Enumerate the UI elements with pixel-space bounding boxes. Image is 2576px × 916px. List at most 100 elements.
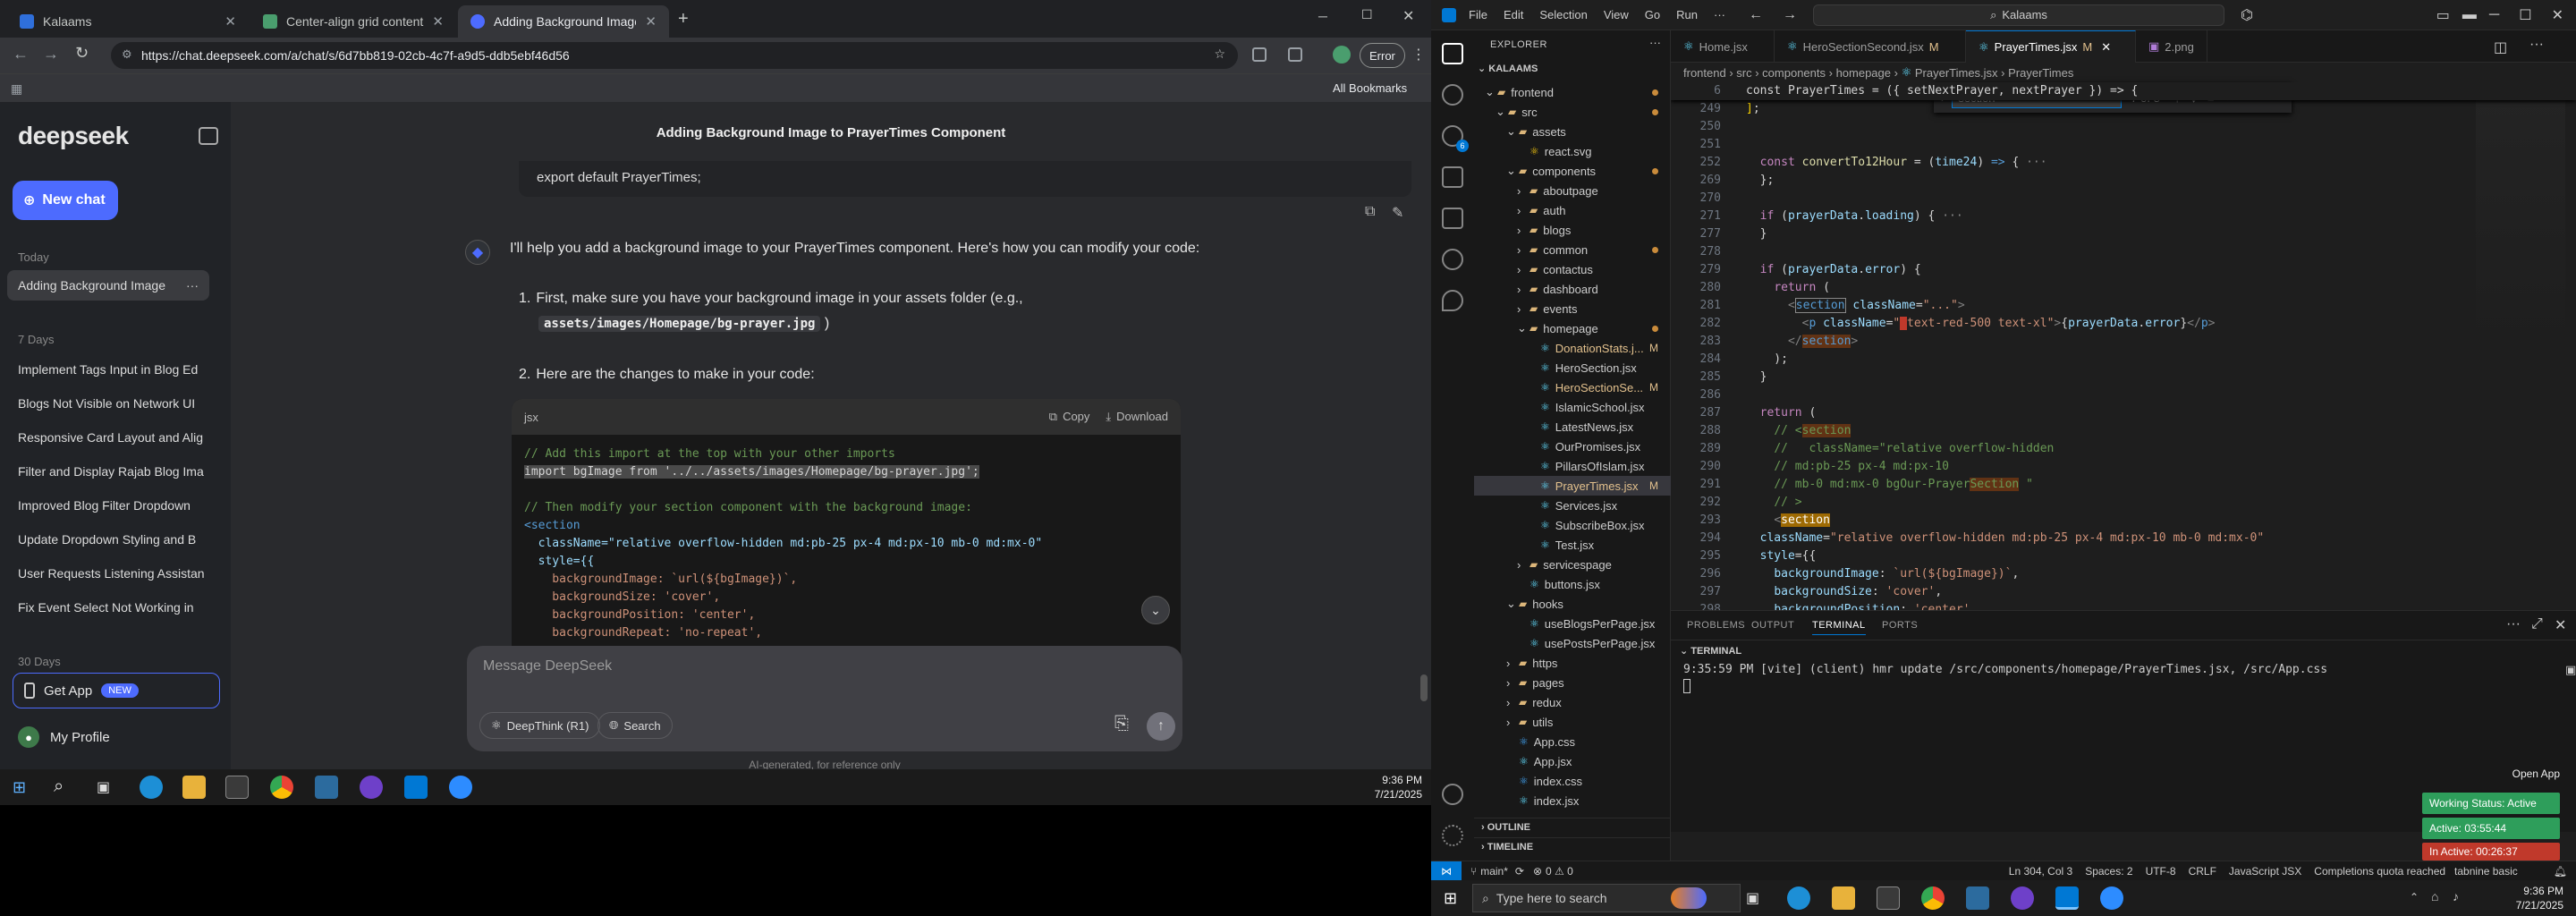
editor-tab-image[interactable]: ▣ 2.png	[2136, 30, 2207, 63]
breadcrumb-item[interactable]: src	[1736, 66, 1751, 80]
quota-warning[interactable]: Completions quota reached	[2314, 865, 2445, 878]
app-icon[interactable]	[1966, 886, 1989, 910]
split-editor-icon[interactable]: ◫	[2494, 38, 2507, 56]
menu-file[interactable]: File	[1469, 8, 1487, 21]
editor-tab-prayertimes[interactable]: ⚛ PrayerTimes.jsx M ✕	[1966, 30, 2136, 63]
edit-icon[interactable]: ✎	[1392, 204, 1403, 222]
tree-folder[interactable]: › ▰ common	[1474, 240, 1671, 259]
tree-folder[interactable]: › ▰ servicespage	[1474, 555, 1671, 574]
minimize-icon[interactable]: ─	[2489, 7, 2499, 23]
store-icon[interactable]	[225, 776, 249, 799]
close-icon[interactable]: ✕	[2101, 40, 2111, 55]
more-icon[interactable]: ···	[186, 278, 199, 293]
apps-grid-icon[interactable]: ▦	[11, 81, 22, 97]
tree-folder[interactable]: ⌄ ▰ frontend	[1474, 82, 1671, 102]
minimap[interactable]	[2476, 82, 2565, 351]
widget-icon[interactable]	[1671, 887, 1707, 909]
collapse-sidebar-icon[interactable]	[199, 127, 218, 145]
get-app-button[interactable]: Get App NEW	[13, 673, 220, 708]
zoom-icon[interactable]	[2100, 886, 2123, 910]
chat-item[interactable]: Update Dropdown Styling and B	[7, 524, 209, 555]
tree-file[interactable]: ⚛ App.css	[1474, 732, 1671, 751]
more-icon[interactable]: ···	[1649, 36, 1661, 49]
tree-folder[interactable]: ⌄ ▰ components	[1474, 161, 1671, 181]
line-ending[interactable]: CRLF	[2189, 865, 2216, 878]
tree-file[interactable]: ⚛ HeroSection.jsx	[1474, 358, 1671, 377]
my-profile[interactable]: ● My Profile	[18, 726, 110, 748]
menu-edit[interactable]: Edit	[1504, 8, 1523, 21]
breadcrumb-item[interactable]: PrayerTimes.jsx	[1915, 66, 1998, 80]
tree-folder[interactable]: › ▰ https	[1474, 653, 1671, 673]
project-root[interactable]: ⌄ KALAAMS	[1478, 63, 1538, 74]
account-icon[interactable]	[1442, 784, 1463, 805]
windows-start-icon[interactable]: ⊞	[1444, 889, 1457, 908]
mongodb-icon[interactable]	[1442, 290, 1463, 311]
search-icon[interactable]: ⌕	[54, 776, 64, 797]
tree-file[interactable]: ⚛ IslamicSchool.jsx	[1474, 397, 1671, 417]
tree-folder[interactable]: › ▰ contactus	[1474, 259, 1671, 279]
editor-tab-home[interactable]: ⚛ Home.jsx	[1671, 30, 1775, 63]
back-icon[interactable]: ←	[13, 45, 29, 64]
encoding[interactable]: UTF-8	[2146, 865, 2176, 878]
store-icon[interactable]	[1877, 886, 1900, 910]
tree-file[interactable]: ⚛ useBlogsPerPage.jsx	[1474, 614, 1671, 633]
panel-tab-ports[interactable]: PORTS	[1882, 620, 1918, 631]
reload-icon[interactable]: ↻	[75, 44, 89, 63]
edge-icon[interactable]	[140, 776, 163, 799]
scrollbar[interactable]	[1420, 674, 1428, 701]
deepthink-button[interactable]: ⚛ DeepThink (R1)	[479, 712, 601, 739]
kebab-menu-icon[interactable]: ⋮	[1411, 46, 1426, 64]
more-icon[interactable]: ···	[2529, 37, 2544, 53]
problems-count[interactable]: 0 ⚠ 0	[1546, 865, 1573, 878]
run-debug-icon[interactable]	[1442, 166, 1463, 188]
tree-file[interactable]: ⚛ Services.jsx	[1474, 496, 1671, 515]
tree-file[interactable]: ⚛ DonationStats.j... M	[1474, 338, 1671, 358]
download-button[interactable]: ⤓ Download	[1106, 410, 1168, 424]
app-icon[interactable]	[315, 776, 338, 799]
tray-chevron-icon[interactable]: ⌃	[2410, 891, 2419, 903]
sticky-scroll-line[interactable]: 6 const PrayerTimes = ({ setNextPrayer, …	[1671, 82, 2576, 100]
scroll-down-icon[interactable]: ⌄	[1141, 596, 1170, 624]
volume-icon[interactable]: ♪	[2453, 889, 2459, 903]
attach-icon[interactable]: ⎘	[1114, 714, 1129, 734]
browser-tab-deepseek[interactable]: Adding Background Image to P ✕	[458, 5, 669, 38]
close-icon[interactable]: ✕	[2555, 616, 2566, 634]
site-info-icon[interactable]: ⚙	[122, 47, 132, 62]
close-icon[interactable]: ✕	[432, 13, 444, 30]
message-input-box[interactable]: Message DeepSeek ⚛ DeepThink (R1) 🌐︎ Searc…	[467, 646, 1182, 751]
remote-icon[interactable]: ⋈	[1431, 861, 1462, 880]
menu-run[interactable]: Run	[1676, 8, 1698, 21]
tree-folder[interactable]: › ▰ dashboard	[1474, 279, 1671, 299]
maximize-icon[interactable]: ☐	[1361, 7, 1373, 22]
close-icon[interactable]: ✕	[225, 13, 236, 30]
panel-toggle-icon[interactable]: ▬	[2462, 7, 2477, 23]
tree-file[interactable]: ⚛ PillarsOfIslam.jsx	[1474, 456, 1671, 476]
cursor-position[interactable]: Ln 304, Col 3	[2009, 865, 2072, 878]
chat-item[interactable]: Improved Blog Filter Dropdown	[7, 490, 209, 521]
tree-file[interactable]: ⚛ Test.jsx	[1474, 535, 1671, 555]
open-app-link[interactable]: Open App	[2422, 768, 2560, 780]
more-menu-icon[interactable]: ···	[1714, 8, 1725, 21]
menu-view[interactable]: View	[1604, 8, 1629, 21]
tree-folder[interactable]: › ▰ pages	[1474, 673, 1671, 692]
tree-folder[interactable]: ⌄ ▰ src	[1474, 102, 1671, 122]
code-editor[interactable]: 6 const PrayerTimes = ({ setNextPrayer, …	[1671, 82, 2576, 610]
file-explorer-icon[interactable]	[182, 776, 206, 799]
chat-item[interactable]: Responsive Card Layout and Alig	[7, 422, 209, 453]
extensions-icon[interactable]	[1442, 208, 1463, 229]
remote-explorer-icon[interactable]	[1442, 249, 1463, 270]
tree-file[interactable]: ⚛ HeroSectionSe... M	[1474, 377, 1671, 397]
terminal-side-icon[interactable]: ▣	[2565, 663, 2576, 677]
chat-item-active[interactable]: Adding Background Image ···	[7, 270, 209, 301]
task-view-icon[interactable]: ▣	[97, 778, 110, 796]
extension-icon[interactable]	[1252, 47, 1267, 62]
tree-file[interactable]: ⚛ react.svg	[1474, 141, 1671, 161]
zoom-icon[interactable]	[449, 776, 472, 799]
profile-error-button[interactable]: Error	[1360, 43, 1405, 68]
vscode-icon[interactable]	[2055, 886, 2079, 910]
all-bookmarks-link[interactable]: All Bookmarks	[1333, 81, 1407, 95]
tree-file[interactable]: ⚛ usePostsPerPage.jsx	[1474, 633, 1671, 653]
tree-file[interactable]: ⚛ OurPromises.jsx	[1474, 437, 1671, 456]
address-bar[interactable]: ⚙ https://chat.deepseek.com/a/chat/s/6d7…	[111, 42, 1238, 69]
close-window-icon[interactable]: ✕	[2552, 6, 2563, 24]
